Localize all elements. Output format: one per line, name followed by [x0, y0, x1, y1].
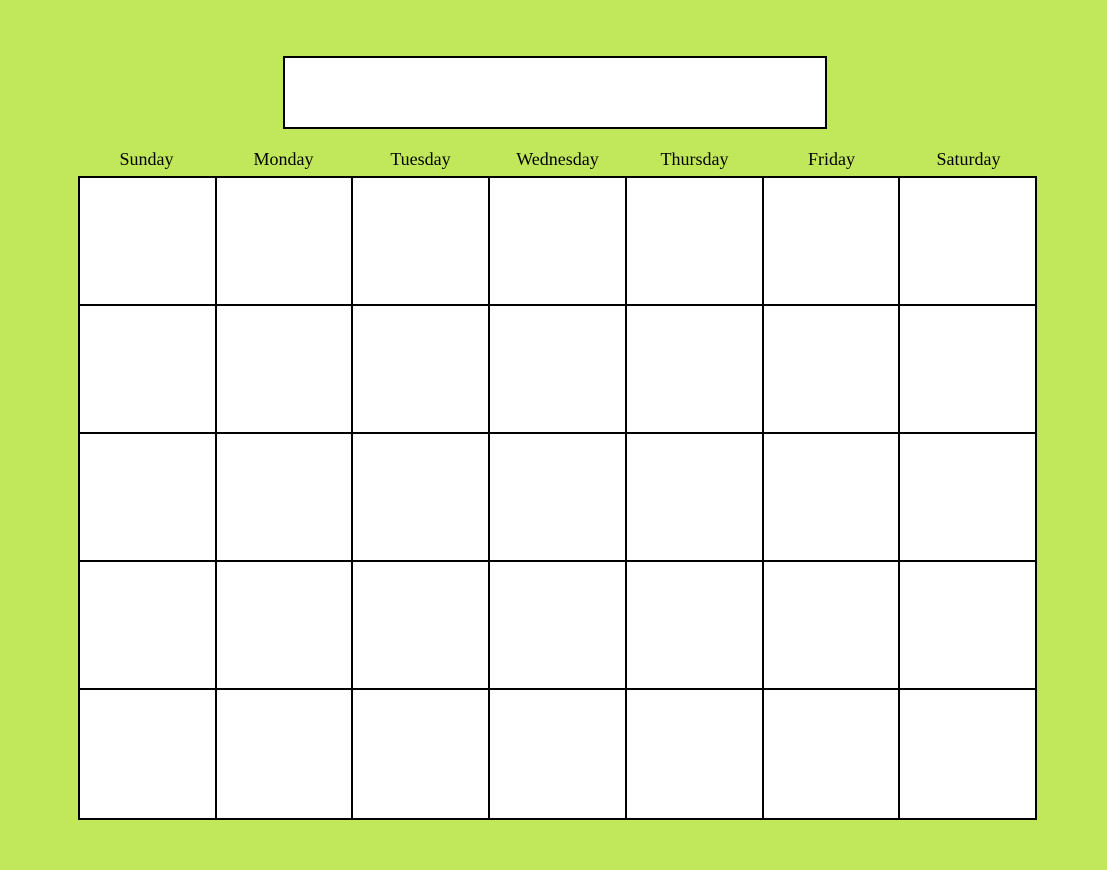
calendar-row	[80, 562, 1035, 690]
calendar-cell[interactable]	[490, 306, 627, 432]
day-headers-row: Sunday Monday Tuesday Wednesday Thursday…	[78, 149, 1037, 176]
calendar-cell[interactable]	[80, 178, 217, 304]
calendar-cell[interactable]	[900, 690, 1035, 818]
calendar-cell[interactable]	[490, 178, 627, 304]
day-header-thursday: Thursday	[626, 149, 763, 176]
calendar-cell[interactable]	[627, 562, 764, 688]
calendar-cell[interactable]	[217, 434, 354, 560]
calendar-cell[interactable]	[900, 306, 1035, 432]
calendar-row	[80, 690, 1035, 818]
calendar-cell[interactable]	[353, 562, 490, 688]
calendar-cell[interactable]	[900, 562, 1035, 688]
calendar-cell[interactable]	[353, 178, 490, 304]
calendar-cell[interactable]	[217, 690, 354, 818]
calendar-cell[interactable]	[80, 562, 217, 688]
calendar-cell[interactable]	[490, 690, 627, 818]
calendar-cell[interactable]	[217, 178, 354, 304]
calendar-cell[interactable]	[80, 434, 217, 560]
calendar-cell[interactable]	[217, 306, 354, 432]
calendar-row	[80, 178, 1035, 306]
calendar-cell[interactable]	[627, 178, 764, 304]
calendar-cell[interactable]	[764, 306, 901, 432]
calendar-cell[interactable]	[353, 690, 490, 818]
calendar-cell[interactable]	[627, 690, 764, 818]
calendar-cell[interactable]	[490, 562, 627, 688]
calendar-cell[interactable]	[764, 178, 901, 304]
calendar-cell[interactable]	[217, 562, 354, 688]
calendar-cell[interactable]	[353, 306, 490, 432]
day-header-monday: Monday	[215, 149, 352, 176]
calendar-cell[interactable]	[900, 434, 1035, 560]
calendar-cell[interactable]	[353, 434, 490, 560]
calendar-cell[interactable]	[80, 306, 217, 432]
title-box[interactable]	[283, 56, 827, 129]
calendar-cell[interactable]	[764, 562, 901, 688]
day-header-wednesday: Wednesday	[489, 149, 626, 176]
calendar-row	[80, 306, 1035, 434]
calendar-cell[interactable]	[764, 434, 901, 560]
calendar-cell[interactable]	[764, 690, 901, 818]
calendar-cell[interactable]	[627, 306, 764, 432]
day-header-tuesday: Tuesday	[352, 149, 489, 176]
calendar-cell[interactable]	[80, 690, 217, 818]
calendar-row	[80, 434, 1035, 562]
calendar-cell[interactable]	[627, 434, 764, 560]
day-header-saturday: Saturday	[900, 149, 1037, 176]
day-header-friday: Friday	[763, 149, 900, 176]
day-header-sunday: Sunday	[78, 149, 215, 176]
calendar-grid	[78, 176, 1037, 820]
calendar-cell[interactable]	[900, 178, 1035, 304]
calendar-cell[interactable]	[490, 434, 627, 560]
calendar-template: Sunday Monday Tuesday Wednesday Thursday…	[78, 56, 1037, 820]
